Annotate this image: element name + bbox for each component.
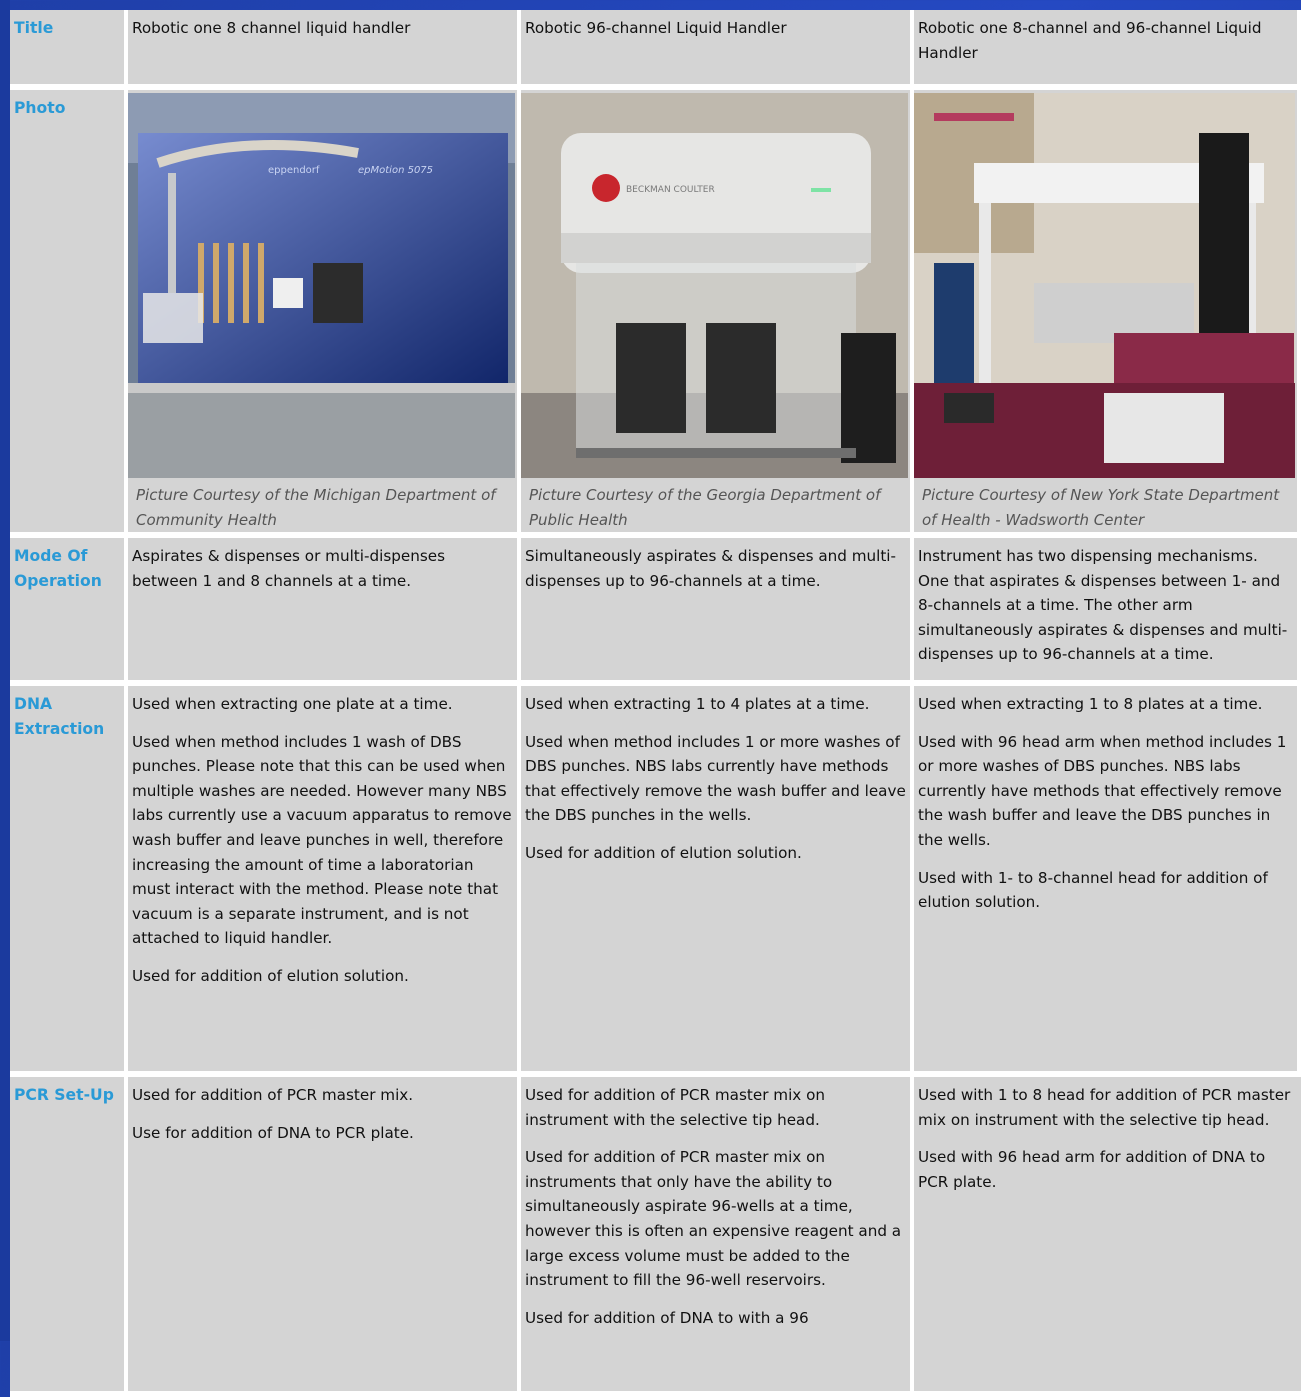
comparison-table: Title Robotic one 8 channel liquid handl… bbox=[10, 10, 1301, 1397]
dna-3-p3: Used with 1- to 8-channel head for addit… bbox=[918, 868, 1268, 912]
dna-1-p1: Used when extracting one plate at a time… bbox=[132, 695, 453, 713]
row-header-pcr: PCR Set-Up bbox=[10, 1077, 128, 1397]
photo-cell-1: eppendorf epMotion 5075 Picture Courtesy… bbox=[128, 90, 521, 538]
dna-2-p2: Used when method includes 1 or more wash… bbox=[525, 732, 906, 825]
beckman-logo-text: BECKMAN COULTER bbox=[626, 185, 715, 195]
dna-3-p1: Used when extracting 1 to 8 plates at a … bbox=[918, 695, 1263, 713]
photo-caption-1: Picture Courtesy of the Michigan Departm… bbox=[136, 486, 496, 529]
title-cell-1: Robotic one 8 channel liquid handler bbox=[128, 10, 521, 90]
pcr-3-p2: Used with 96 head arm for addition of DN… bbox=[918, 1148, 1266, 1191]
pcr-2-p2: Used for addition of PCR master mix on i… bbox=[525, 1148, 902, 1290]
photo-cell-3: Picture Courtesy of New York State Depar… bbox=[914, 90, 1301, 538]
dna-1-p3: Used for addition of elution solution. bbox=[132, 966, 409, 985]
pcr-cell-2: Used for addition of PCR master mix on i… bbox=[521, 1077, 914, 1397]
pcr-2-p3: Used for addition of DNA to with a 96 bbox=[525, 1308, 809, 1327]
dna-cell-2: Used when extracting 1 to 4 plates at a … bbox=[521, 686, 914, 1077]
title-cell-2: Robotic 96-channel Liquid Handler bbox=[521, 10, 914, 90]
photo-caption-2: Picture Courtesy of the Georgia Departme… bbox=[529, 486, 881, 529]
photo-beckman: BECKMAN COULTER bbox=[521, 93, 908, 478]
pcr-2-p1: Used for addition of PCR master mix on i… bbox=[525, 1086, 826, 1129]
row-header-title: Title bbox=[10, 10, 128, 90]
eppendorf-logo-text: eppendorf bbox=[268, 165, 320, 176]
photo-cell-2: BECKMAN COULTER Picture Courtesy of the … bbox=[521, 90, 914, 538]
dna-2-p1: Used when extracting 1 to 4 plates at a … bbox=[525, 695, 870, 713]
mode-cell-2: Simultaneously aspirates & dispenses and… bbox=[521, 538, 914, 686]
photo-caption-3: Picture Courtesy of New York State Depar… bbox=[922, 486, 1280, 529]
mode-cell-3: Instrument has two dispensing mechanisms… bbox=[914, 538, 1301, 686]
photo-epmotion: eppendorf epMotion 5075 bbox=[128, 93, 515, 478]
dna-cell-1: Used when extracting one plate at a time… bbox=[128, 686, 521, 1077]
row-header-dna: DNA Extraction bbox=[10, 686, 128, 1077]
pcr-1-p2: Use for addition of DNA to PCR plate. bbox=[132, 1123, 414, 1142]
row-header-mode: Mode Of Operation bbox=[10, 538, 128, 686]
pcr-1-p1: Used for addition of PCR master mix. bbox=[132, 1086, 414, 1104]
slide-left-edge bbox=[0, 0, 10, 1341]
dna-2-p3: Used for addition of elution solution. bbox=[525, 843, 802, 862]
pcr-cell-1: Used for addition of PCR master mix. Use… bbox=[128, 1077, 521, 1397]
title-cell-3: Robotic one 8-channel and 96-channel Liq… bbox=[914, 10, 1301, 90]
dna-3-p2: Used with 96 head arm when method includ… bbox=[918, 732, 1287, 849]
row-header-photo: Photo bbox=[10, 90, 128, 538]
photo-wadsworth bbox=[914, 93, 1297, 478]
dna-1-p2: Used when method includes 1 wash of DBS … bbox=[132, 732, 512, 948]
mode-cell-1: Aspirates & dispenses or multi-dispenses… bbox=[128, 538, 521, 686]
dna-cell-3: Used when extracting 1 to 8 plates at a … bbox=[914, 686, 1301, 1077]
epmotion-model-text: epMotion 5075 bbox=[358, 165, 433, 176]
pcr-3-p1: Used with 1 to 8 head for addition of PC… bbox=[918, 1086, 1291, 1129]
pcr-cell-3: Used with 1 to 8 head for addition of PC… bbox=[914, 1077, 1301, 1397]
